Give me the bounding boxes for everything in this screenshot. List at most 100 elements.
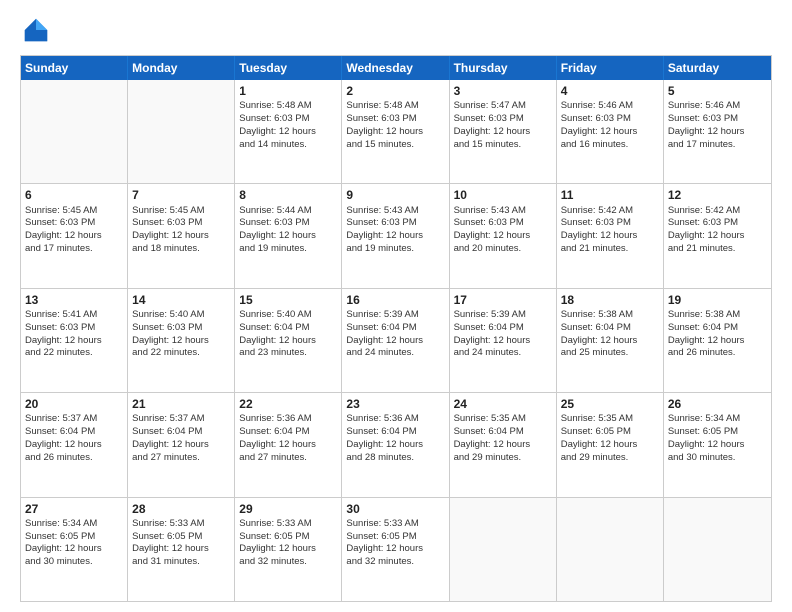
day-info-line: Sunrise: 5:41 AM bbox=[25, 309, 123, 322]
calendar-day-9: 9Sunrise: 5:43 AMSunset: 6:03 PMDaylight… bbox=[342, 184, 449, 287]
calendar-day-16: 16Sunrise: 5:39 AMSunset: 6:04 PMDayligh… bbox=[342, 289, 449, 392]
day-info-line: and 21 minutes. bbox=[668, 243, 767, 256]
day-info-line: and 25 minutes. bbox=[561, 347, 659, 360]
day-info-line: Sunset: 6:05 PM bbox=[668, 426, 767, 439]
day-info-line: Sunrise: 5:36 AM bbox=[239, 413, 337, 426]
day-number: 8 bbox=[239, 187, 337, 203]
calendar-week-1: 1Sunrise: 5:48 AMSunset: 6:03 PMDaylight… bbox=[21, 80, 771, 183]
day-info-line: and 19 minutes. bbox=[346, 243, 444, 256]
logo bbox=[20, 16, 54, 49]
day-info-line: and 22 minutes. bbox=[25, 347, 123, 360]
day-info-line: Sunrise: 5:46 AM bbox=[561, 100, 659, 113]
calendar-day-29: 29Sunrise: 5:33 AMSunset: 6:05 PMDayligh… bbox=[235, 498, 342, 601]
calendar-day-6: 6Sunrise: 5:45 AMSunset: 6:03 PMDaylight… bbox=[21, 184, 128, 287]
calendar-empty-cell bbox=[664, 498, 771, 601]
day-info-line: Daylight: 12 hours bbox=[561, 230, 659, 243]
day-info-line: Daylight: 12 hours bbox=[454, 126, 552, 139]
day-info-line: and 14 minutes. bbox=[239, 139, 337, 152]
calendar-week-4: 20Sunrise: 5:37 AMSunset: 6:04 PMDayligh… bbox=[21, 392, 771, 496]
day-info-line: and 32 minutes. bbox=[239, 556, 337, 569]
day-info-line: Sunrise: 5:45 AM bbox=[25, 205, 123, 218]
day-info-line: and 32 minutes. bbox=[346, 556, 444, 569]
day-info-line: Sunrise: 5:42 AM bbox=[668, 205, 767, 218]
day-info-line: Sunrise: 5:34 AM bbox=[25, 518, 123, 531]
day-number: 22 bbox=[239, 396, 337, 412]
day-info-line: Daylight: 12 hours bbox=[346, 439, 444, 452]
calendar-day-22: 22Sunrise: 5:36 AMSunset: 6:04 PMDayligh… bbox=[235, 393, 342, 496]
calendar: SundayMondayTuesdayWednesdayThursdayFrid… bbox=[20, 55, 772, 602]
day-number: 4 bbox=[561, 83, 659, 99]
day-info-line: and 28 minutes. bbox=[346, 452, 444, 465]
day-info-line: Daylight: 12 hours bbox=[346, 543, 444, 556]
calendar-day-30: 30Sunrise: 5:33 AMSunset: 6:05 PMDayligh… bbox=[342, 498, 449, 601]
day-info-line: Sunset: 6:04 PM bbox=[239, 426, 337, 439]
calendar-day-26: 26Sunrise: 5:34 AMSunset: 6:05 PMDayligh… bbox=[664, 393, 771, 496]
day-number: 18 bbox=[561, 292, 659, 308]
day-info-line: Sunset: 6:05 PM bbox=[346, 531, 444, 544]
day-info-line: Sunset: 6:03 PM bbox=[132, 322, 230, 335]
calendar-empty-cell bbox=[21, 80, 128, 183]
calendar-week-2: 6Sunrise: 5:45 AMSunset: 6:03 PMDaylight… bbox=[21, 183, 771, 287]
day-info-line: Sunset: 6:05 PM bbox=[561, 426, 659, 439]
day-info-line: and 15 minutes. bbox=[346, 139, 444, 152]
day-info-line: Daylight: 12 hours bbox=[668, 126, 767, 139]
day-number: 23 bbox=[346, 396, 444, 412]
day-info-line: and 30 minutes. bbox=[668, 452, 767, 465]
day-info-line: Sunset: 6:04 PM bbox=[346, 426, 444, 439]
header-day-thursday: Thursday bbox=[450, 56, 557, 80]
header bbox=[20, 16, 772, 49]
day-info-line: Daylight: 12 hours bbox=[25, 439, 123, 452]
day-number: 12 bbox=[668, 187, 767, 203]
day-number: 11 bbox=[561, 187, 659, 203]
day-info-line: Daylight: 12 hours bbox=[454, 335, 552, 348]
day-info-line: Daylight: 12 hours bbox=[132, 439, 230, 452]
day-info-line: Daylight: 12 hours bbox=[132, 543, 230, 556]
day-info-line: Daylight: 12 hours bbox=[132, 230, 230, 243]
calendar-day-18: 18Sunrise: 5:38 AMSunset: 6:04 PMDayligh… bbox=[557, 289, 664, 392]
calendar-body: 1Sunrise: 5:48 AMSunset: 6:03 PMDaylight… bbox=[21, 80, 771, 601]
day-info-line: Sunset: 6:04 PM bbox=[668, 322, 767, 335]
day-info-line: and 24 minutes. bbox=[346, 347, 444, 360]
day-info-line: Daylight: 12 hours bbox=[25, 543, 123, 556]
day-info-line: and 18 minutes. bbox=[132, 243, 230, 256]
day-info-line: Sunrise: 5:42 AM bbox=[561, 205, 659, 218]
day-info-line: and 22 minutes. bbox=[132, 347, 230, 360]
calendar-day-28: 28Sunrise: 5:33 AMSunset: 6:05 PMDayligh… bbox=[128, 498, 235, 601]
day-info-line: Sunrise: 5:37 AM bbox=[25, 413, 123, 426]
day-info-line: Sunset: 6:03 PM bbox=[132, 217, 230, 230]
day-info-line: Sunset: 6:03 PM bbox=[346, 217, 444, 230]
day-info-line: Sunrise: 5:33 AM bbox=[346, 518, 444, 531]
day-info-line: Sunrise: 5:46 AM bbox=[668, 100, 767, 113]
day-info-line: Sunset: 6:03 PM bbox=[561, 217, 659, 230]
day-info-line: Sunrise: 5:39 AM bbox=[346, 309, 444, 322]
day-info-line: Sunset: 6:03 PM bbox=[239, 113, 337, 126]
day-info-line: Daylight: 12 hours bbox=[668, 439, 767, 452]
day-info-line: and 29 minutes. bbox=[561, 452, 659, 465]
day-info-line: Sunrise: 5:38 AM bbox=[668, 309, 767, 322]
day-number: 1 bbox=[239, 83, 337, 99]
day-number: 13 bbox=[25, 292, 123, 308]
day-number: 21 bbox=[132, 396, 230, 412]
day-info-line: Daylight: 12 hours bbox=[346, 335, 444, 348]
day-number: 24 bbox=[454, 396, 552, 412]
day-info-line: Daylight: 12 hours bbox=[25, 335, 123, 348]
day-info-line: Sunrise: 5:35 AM bbox=[561, 413, 659, 426]
day-info-line: Sunrise: 5:33 AM bbox=[132, 518, 230, 531]
day-info-line: Daylight: 12 hours bbox=[239, 335, 337, 348]
day-info-line: and 21 minutes. bbox=[561, 243, 659, 256]
day-number: 10 bbox=[454, 187, 552, 203]
calendar-day-1: 1Sunrise: 5:48 AMSunset: 6:03 PMDaylight… bbox=[235, 80, 342, 183]
day-info-line: Sunset: 6:04 PM bbox=[132, 426, 230, 439]
day-info-line: Sunrise: 5:38 AM bbox=[561, 309, 659, 322]
calendar-day-23: 23Sunrise: 5:36 AMSunset: 6:04 PMDayligh… bbox=[342, 393, 449, 496]
day-info-line: Sunrise: 5:33 AM bbox=[239, 518, 337, 531]
calendar-day-10: 10Sunrise: 5:43 AMSunset: 6:03 PMDayligh… bbox=[450, 184, 557, 287]
day-info-line: Daylight: 12 hours bbox=[25, 230, 123, 243]
day-info-line: Sunset: 6:04 PM bbox=[239, 322, 337, 335]
header-day-sunday: Sunday bbox=[21, 56, 128, 80]
day-info-line: Sunset: 6:05 PM bbox=[132, 531, 230, 544]
day-number: 15 bbox=[239, 292, 337, 308]
day-info-line: and 23 minutes. bbox=[239, 347, 337, 360]
day-info-line: Sunrise: 5:47 AM bbox=[454, 100, 552, 113]
day-number: 20 bbox=[25, 396, 123, 412]
